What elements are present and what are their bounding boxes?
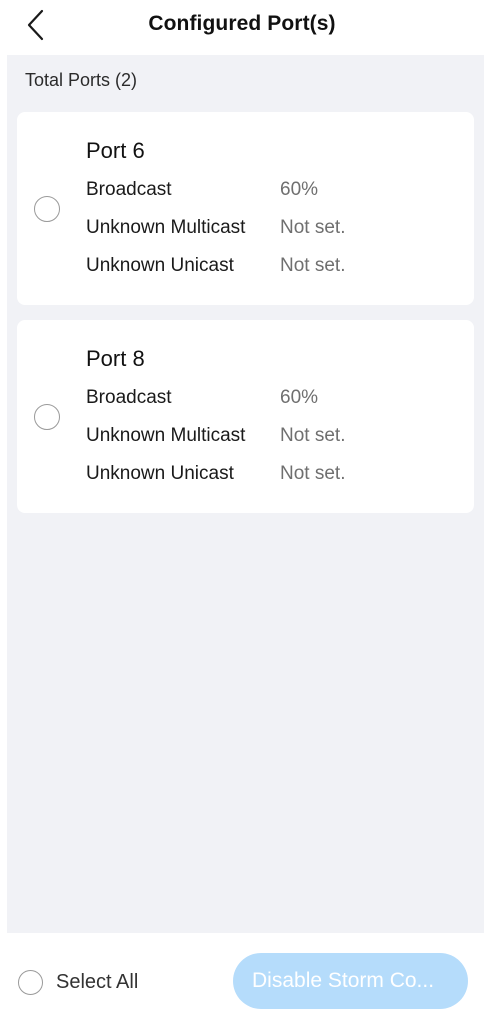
unknown-unicast-row: Unknown Unicast Not set. (86, 255, 345, 277)
bottom-action-bar: Select All Disable Storm Co... (0, 933, 484, 1009)
unknown-multicast-row: Unknown Multicast Not set. (86, 217, 345, 239)
page-title: Configured Port(s) (148, 12, 336, 35)
row-value: Not set. (280, 217, 346, 238)
port-list-area: Total Ports (2) Port 6 Broadcast 60% Unkn… (7, 55, 484, 933)
row-value: 60% (280, 387, 319, 408)
port-name: Port 8 (86, 346, 145, 371)
row-label: Broadcast (86, 387, 172, 408)
port-select-radio[interactable] (34, 404, 60, 430)
row-label: Unknown Unicast (86, 255, 234, 276)
total-ports-label: Total Ports (2) (25, 70, 138, 90)
unknown-unicast-row: Unknown Unicast Not set. (86, 463, 345, 485)
select-all-label: Select All (56, 970, 139, 993)
port-name: Port 6 (86, 138, 145, 163)
unknown-multicast-row: Unknown Multicast Not set. (86, 425, 345, 447)
row-value: Not set. (280, 463, 346, 484)
broadcast-row: Broadcast 60% (86, 387, 318, 409)
broadcast-row: Broadcast 60% (86, 179, 318, 201)
select-all-radio[interactable] (18, 969, 43, 995)
row-value: 60% (280, 179, 319, 200)
row-value: Not set. (280, 255, 346, 276)
select-all-toggle[interactable]: Select All (18, 969, 138, 995)
row-label: Unknown Unicast (86, 463, 234, 484)
row-value: Not set. (280, 425, 346, 446)
app-header: Configured Port(s) (0, 0, 484, 55)
port-select-radio[interactable] (34, 196, 60, 222)
port-card[interactable]: Port 6 Broadcast 60% Unknown Multicast Not… (17, 112, 474, 305)
port-card[interactable]: Port 8 Broadcast 60% Unknown Multicast Not… (17, 320, 474, 513)
row-label: Unknown Multicast (86, 217, 246, 238)
row-label: Broadcast (86, 179, 172, 200)
row-label: Unknown Multicast (86, 425, 246, 446)
disable-storm-control-button[interactable]: Disable Storm Co... (233, 953, 468, 1009)
